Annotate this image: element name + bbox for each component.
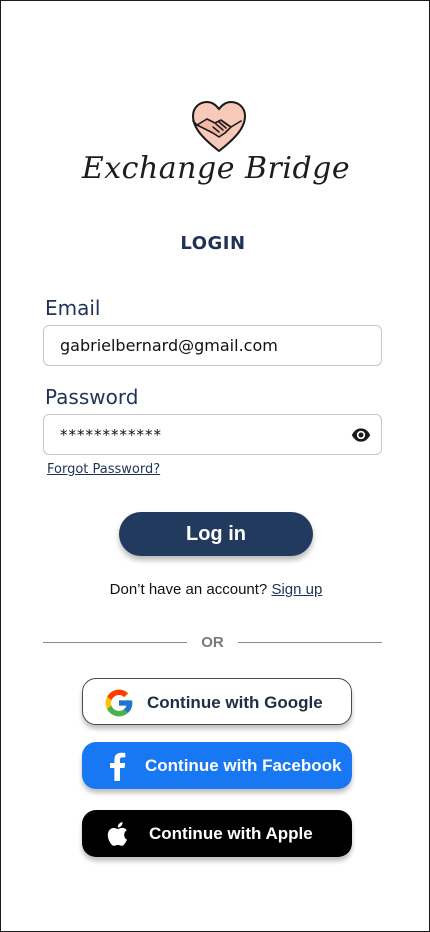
password-label: Password (45, 385, 139, 409)
signup-row: Don’t have an account? Sign up (1, 581, 430, 598)
handshake-heart-icon (191, 101, 247, 153)
google-button-label: Continue with Google (147, 693, 323, 712)
google-icon (105, 689, 133, 717)
eye-icon[interactable] (351, 425, 371, 445)
password-value: ************ (60, 425, 162, 444)
divider-right (238, 642, 382, 643)
continue-with-apple-button[interactable]: Continue with Apple (82, 810, 352, 857)
password-field[interactable]: ************ (43, 414, 382, 455)
facebook-icon (110, 752, 126, 781)
facebook-button-label: Continue with Facebook (145, 756, 342, 775)
sign-up-link[interactable]: Sign up (271, 581, 322, 598)
continue-with-facebook-button[interactable]: Continue with Facebook (82, 742, 352, 789)
brand-name: Exchange Bridge (81, 151, 351, 186)
page-title: LOGIN (180, 233, 246, 254)
no-account-text: Don’t have an account? (109, 581, 268, 598)
email-value: gabrielbernard@gmail.com (60, 336, 278, 355)
login-button[interactable]: Log in (119, 512, 313, 556)
email-field[interactable]: gabrielbernard@gmail.com (43, 325, 382, 366)
email-label: Email (45, 296, 101, 320)
apple-button-label: Continue with Apple (149, 824, 313, 843)
apple-icon (107, 822, 127, 846)
divider-left (43, 642, 187, 643)
forgot-password-link[interactable]: Forgot Password? (47, 462, 160, 477)
or-separator: OR (201, 634, 224, 651)
login-screen: Exchange Bridge LOGIN Email gabrielberna… (0, 0, 430, 932)
continue-with-google-button[interactable]: Continue with Google (82, 678, 352, 725)
